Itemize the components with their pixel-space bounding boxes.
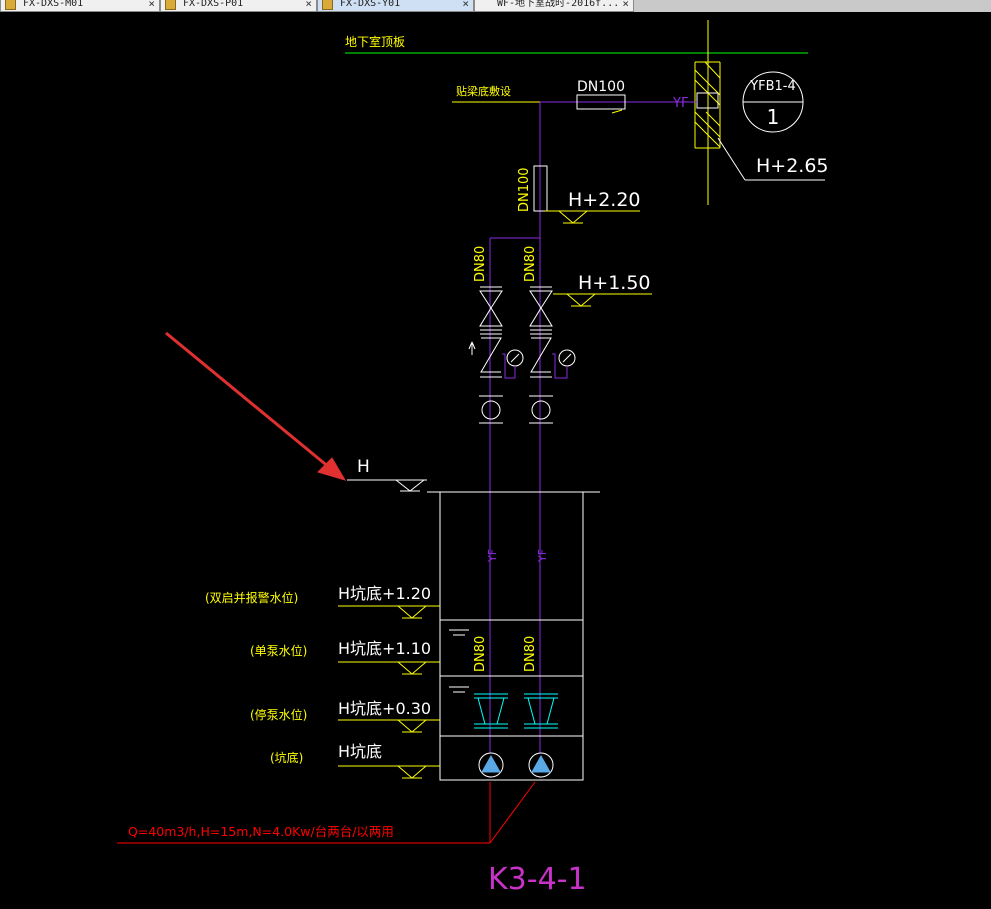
elev-220: H+2.20 (568, 189, 641, 211)
elev-150-mark (553, 293, 652, 307)
level-val-1: H坑底+1.20 (338, 584, 431, 603)
dwg-file-icon (322, 0, 333, 10)
wall-column (694, 20, 721, 205)
level-desc-3: (停泵水位) (250, 707, 307, 722)
yf-left: YF (486, 549, 499, 563)
close-icon[interactable]: × (622, 0, 629, 11)
file-tab-4[interactable]: WF-地下室战时-2016f... × (474, 0, 634, 12)
level-mark-1 (338, 605, 440, 619)
close-icon[interactable]: × (462, 0, 469, 11)
pump-coupler-right (524, 693, 558, 729)
flow-arrow-icon (468, 341, 476, 355)
yfb-tag-bottom: 1 (767, 105, 780, 129)
yfb-tag-top: YFB1-4 (749, 79, 796, 94)
level-val-3: H坑底+0.30 (338, 699, 431, 718)
close-icon[interactable]: × (305, 0, 312, 11)
tab-label: FX-DXS-P01 (183, 0, 244, 9)
pressure-gauge-right-icon (558, 349, 576, 367)
gate-valve-right (529, 286, 553, 331)
file-tab-1[interactable]: FX-DXS-M01 × (0, 0, 160, 12)
dn100-vertical: DN100 (517, 167, 532, 212)
floor-level-mark (347, 479, 427, 492)
dn80-left-lower: DN80 (473, 636, 488, 672)
cad-drawing-canvas[interactable]: 地下室顶板 YFB1-4 1 H+2.65 贴梁底敷设 DN100 YF DN1… (0, 12, 991, 909)
floor-label: H (357, 457, 370, 477)
level-mark-3 (338, 719, 440, 733)
flex-joint-left (479, 395, 503, 424)
dn80-right-upper: DN80 (523, 246, 538, 282)
level-val-2: H坑底+1.10 (338, 639, 431, 658)
close-icon[interactable]: × (148, 0, 155, 11)
dn80-right-lower: DN80 (523, 636, 538, 672)
file-tab-bar: FX-DXS-M01 × FX-DXS-P01 × FX-DXS-Y01 × W… (0, 0, 991, 12)
flex-joint-right (529, 395, 553, 424)
annotation-arrow-icon (165, 331, 347, 481)
level-desc-4: (坑底) (270, 750, 303, 765)
pressure-gauge-left-icon (506, 349, 524, 367)
tab-label: WF-地下室战时-2016f... (497, 0, 620, 9)
basement-roof-label: 地下室顶板 (345, 34, 405, 49)
tab-label: FX-DXS-M01 (23, 0, 84, 9)
dn100-horizontal: DN100 (577, 79, 625, 95)
beam-bottom-label: 贴梁底敷设 (456, 84, 511, 98)
submersible-pump-right-icon (528, 752, 554, 778)
dn80-left-upper: DN80 (473, 246, 488, 282)
submersible-pump-left-icon (478, 752, 504, 778)
level-mark-4 (338, 765, 440, 779)
yf-horizontal: YF (672, 96, 688, 111)
elev-220-mark (545, 210, 640, 224)
check-valve-right (530, 333, 552, 378)
pump-spec: Q=40m3/h,H=15m,N=4.0Kw/台两台/以两用 (128, 824, 394, 839)
elev-265: H+2.65 (756, 155, 829, 177)
yf-right: YF (536, 549, 549, 563)
drawing-id: K3-4-1 (488, 862, 587, 897)
file-tab-3[interactable]: FX-DXS-Y01 × (317, 0, 474, 12)
level-desc-1: (双启并报警水位) (205, 590, 298, 605)
sump-pit (439, 491, 584, 781)
level-desc-2: (单泵水位) (250, 643, 307, 658)
dwg-file-icon (5, 0, 16, 10)
check-valve-left (480, 333, 502, 378)
elev-150: H+1.50 (578, 272, 651, 294)
water-surface-marks (449, 629, 469, 693)
file-tab-2[interactable]: FX-DXS-P01 × (160, 0, 317, 12)
gate-valve-left (479, 286, 503, 331)
level-mark-2 (338, 661, 440, 675)
pump-coupler-left (474, 693, 508, 729)
level-val-4: H坑底 (338, 742, 382, 761)
tab-label: FX-DXS-Y01 (340, 0, 401, 9)
dwg-file-icon (165, 0, 176, 10)
